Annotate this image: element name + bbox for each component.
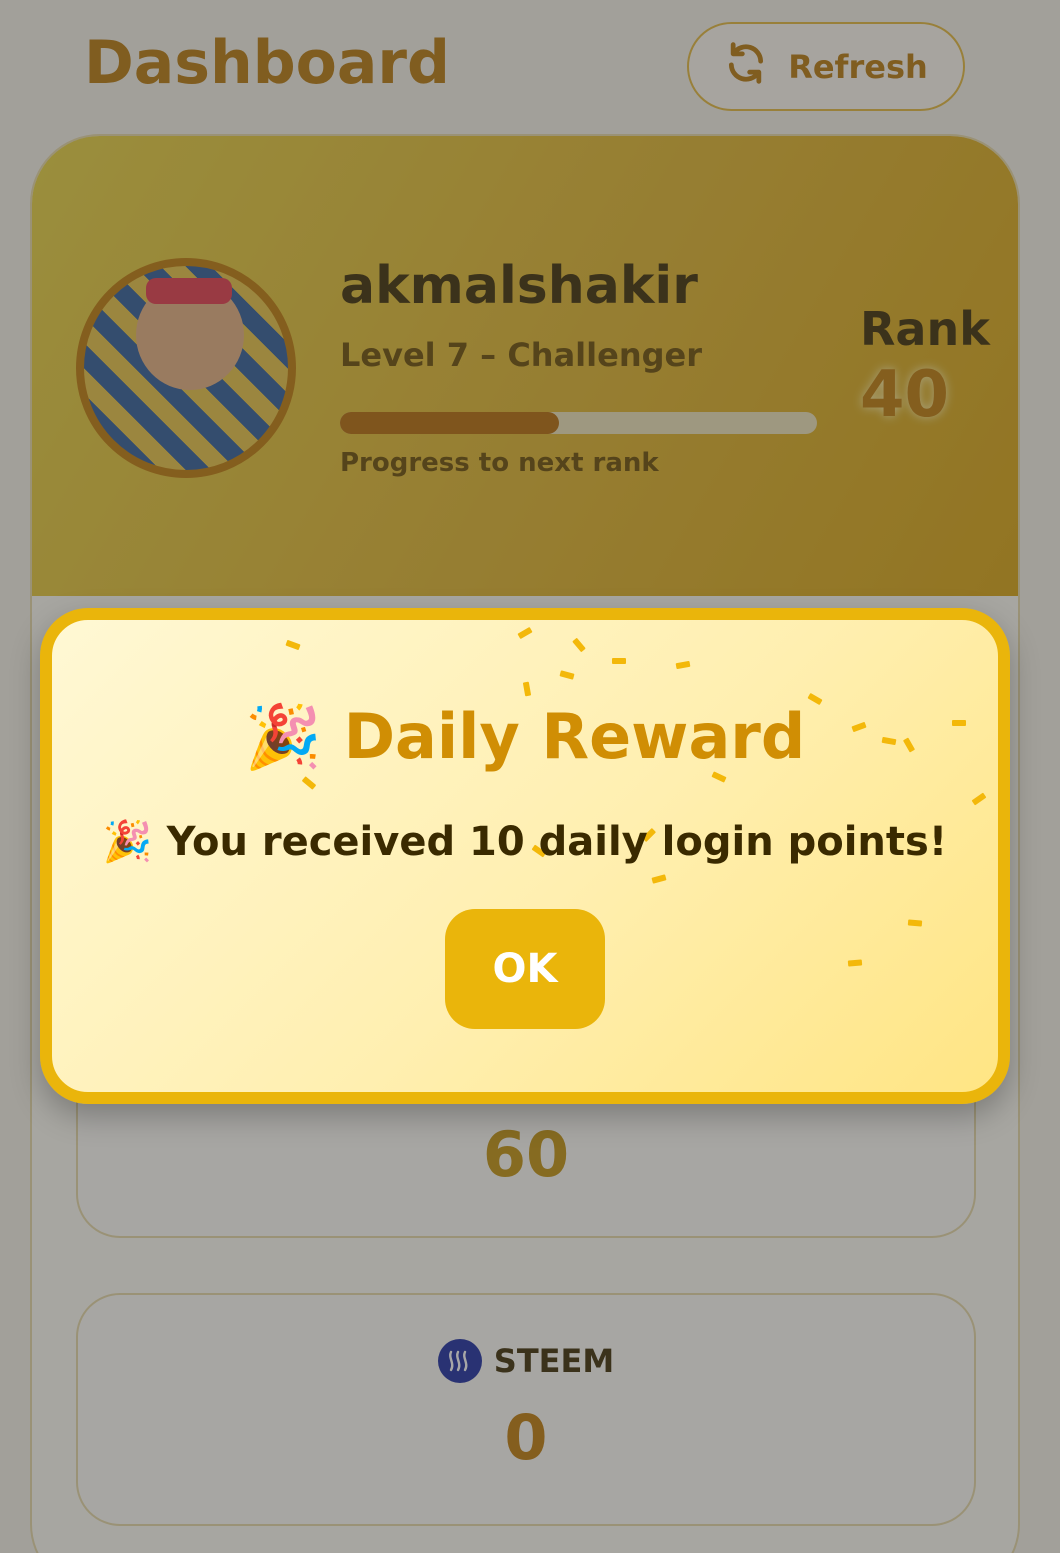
modal-title: 🎉 Daily Reward — [52, 700, 998, 774]
modal-message: 🎉 You received 10 daily login points! — [52, 818, 998, 865]
dashboard-page: Dashboard Refresh akmalshakir Level 7 – … — [0, 0, 1060, 1553]
party-popper-icon: 🎉 — [102, 819, 153, 865]
modal-title-text: Daily Reward — [343, 700, 806, 773]
modal-message-text: You received 10 daily login points! — [166, 819, 948, 865]
ok-button[interactable]: OK — [445, 909, 605, 1029]
party-popper-icon: 🎉 — [244, 700, 322, 773]
daily-reward-modal: 🎉 Daily Reward 🎉 You received 10 daily l… — [40, 608, 1010, 1104]
